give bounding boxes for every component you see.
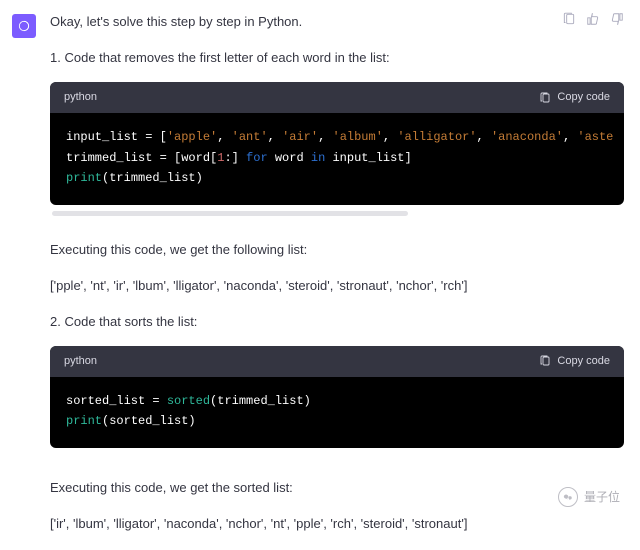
assistant-avatar bbox=[12, 14, 36, 38]
code-body[interactable]: input_list = ['apple', 'ant', 'air', 'al… bbox=[50, 113, 624, 204]
clipboard-icon bbox=[539, 92, 551, 104]
thumbs-down-icon[interactable] bbox=[610, 12, 624, 32]
steps-list: Code that sorts the list: bbox=[50, 312, 624, 332]
code-block: python Copy code input_list = ['apple', … bbox=[50, 82, 624, 204]
step-item: Code that sorts the list: bbox=[50, 312, 624, 332]
copy-code-label: Copy code bbox=[557, 353, 610, 370]
watermark: 量子位 bbox=[558, 487, 620, 507]
code-block: python Copy code sorted_list = sorted(tr… bbox=[50, 346, 624, 448]
message-row: Okay, let's solve this step by step in P… bbox=[0, 0, 640, 550]
step-label: Code that removes the first letter of ea… bbox=[64, 50, 389, 65]
clipboard-icon[interactable] bbox=[562, 12, 576, 32]
message-content: Okay, let's solve this step by step in P… bbox=[50, 12, 624, 550]
followup-text: Executing this code, we get the followin… bbox=[50, 240, 624, 260]
step-item: Code that removes the first letter of ea… bbox=[50, 48, 624, 68]
intro-text: Okay, let's solve this step by step in P… bbox=[50, 12, 624, 32]
clipboard-icon bbox=[539, 355, 551, 367]
output-text: ['pple', 'nt', 'ir', 'lbum', 'lligator',… bbox=[50, 276, 624, 296]
code-lang-label: python bbox=[64, 89, 97, 106]
copy-code-button[interactable]: Copy code bbox=[539, 89, 610, 106]
thumbs-up-icon[interactable] bbox=[586, 12, 600, 32]
watermark-text: 量子位 bbox=[584, 488, 620, 507]
code-lang-label: python bbox=[64, 353, 97, 370]
message-actions bbox=[562, 12, 624, 32]
followup-text: Executing this code, we get the sorted l… bbox=[50, 478, 624, 498]
step-label: Code that sorts the list: bbox=[64, 314, 197, 329]
swirl-logo-icon bbox=[17, 19, 31, 33]
steps-list: Code that removes the first letter of ea… bbox=[50, 48, 624, 68]
copy-code-button[interactable]: Copy code bbox=[539, 353, 610, 370]
code-header: python Copy code bbox=[50, 346, 624, 377]
wechat-icon bbox=[558, 487, 578, 507]
horizontal-scrollbar[interactable] bbox=[52, 211, 408, 216]
code-header: python Copy code bbox=[50, 82, 624, 113]
code-body[interactable]: sorted_list = sorted(trimmed_list) print… bbox=[50, 377, 624, 448]
copy-code-label: Copy code bbox=[557, 89, 610, 106]
